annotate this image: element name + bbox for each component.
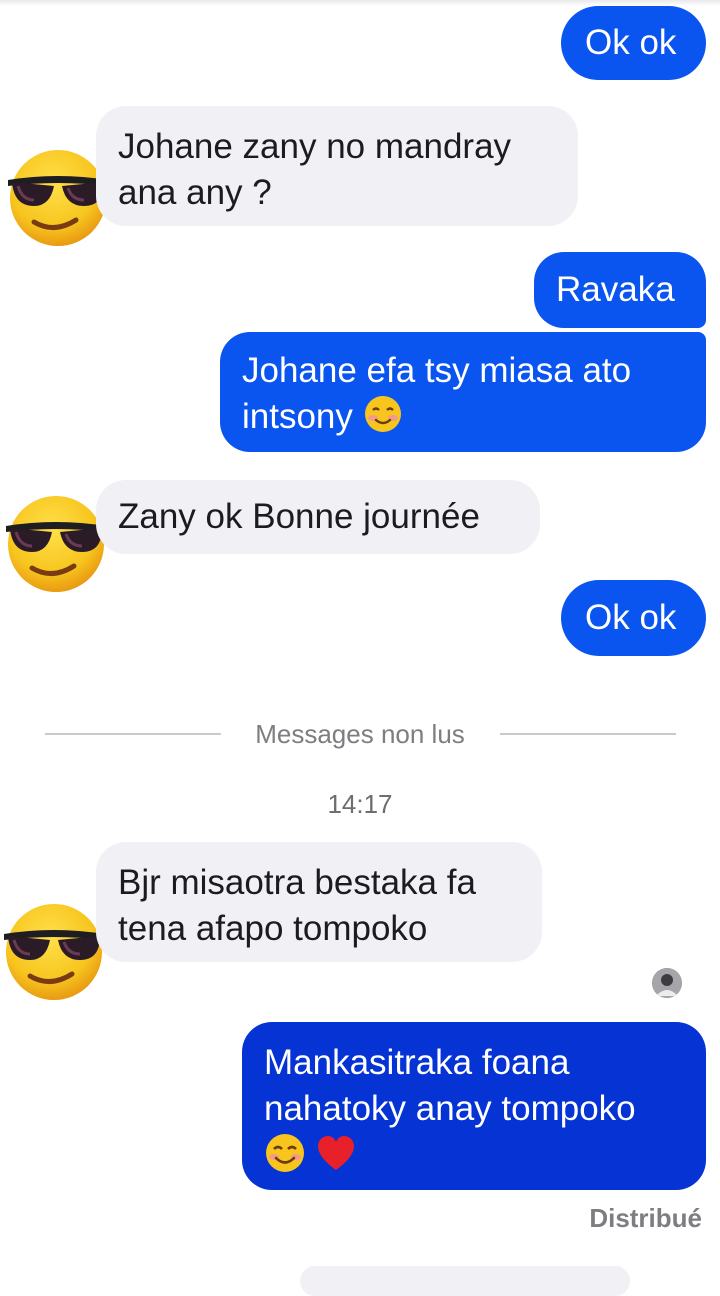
outgoing-message[interactable]: Ok ok [561,580,706,656]
outgoing-message[interactable]: Johane efa tsy miasa ato intsony [220,332,706,452]
red-heart-icon [316,1134,356,1186]
incoming-message[interactable]: Johane zany no mandray ana any ? [96,106,578,226]
delivery-status: Distribué [589,1203,702,1233]
divider-line [500,733,676,735]
message-text: Bjr misaotra bestaka fa tena afapo tompo… [118,863,476,948]
composer-hint[interactable] [300,1266,630,1296]
outgoing-message[interactable]: Mankasitraka foana nahatoky anay tompoko [242,1022,706,1190]
message-text: Ok ok [585,598,677,637]
message-text: Ravaka [556,270,675,309]
message-text: Johane efa tsy miasa ato intsony [242,351,632,436]
smiling-blush-emoji-icon [363,394,403,446]
smiling-emoji-icon [264,1132,306,1186]
unread-divider: Messages non lus [0,716,720,752]
sunglasses-emoji-avatar-icon[interactable] [2,488,110,596]
incoming-message[interactable]: Zany ok Bonne journée [96,480,540,554]
message-text: Mankasitraka foana nahatoky anay tompoko [264,1043,636,1128]
message-text: Zany ok Bonne journée [118,497,480,536]
message-text: Ok ok [585,23,677,62]
outgoing-message[interactable]: Ravaka [534,252,706,328]
incoming-message[interactable]: Bjr misaotra bestaka fa tena afapo tompo… [96,842,542,962]
message-text: Johane zany no mandray ana any ? [118,127,512,212]
seen-avatar [652,968,682,998]
timestamp: 14:17 [327,789,393,819]
outgoing-message[interactable]: Ok ok [561,6,706,80]
sunglasses-emoji-avatar-icon[interactable] [0,896,108,1004]
